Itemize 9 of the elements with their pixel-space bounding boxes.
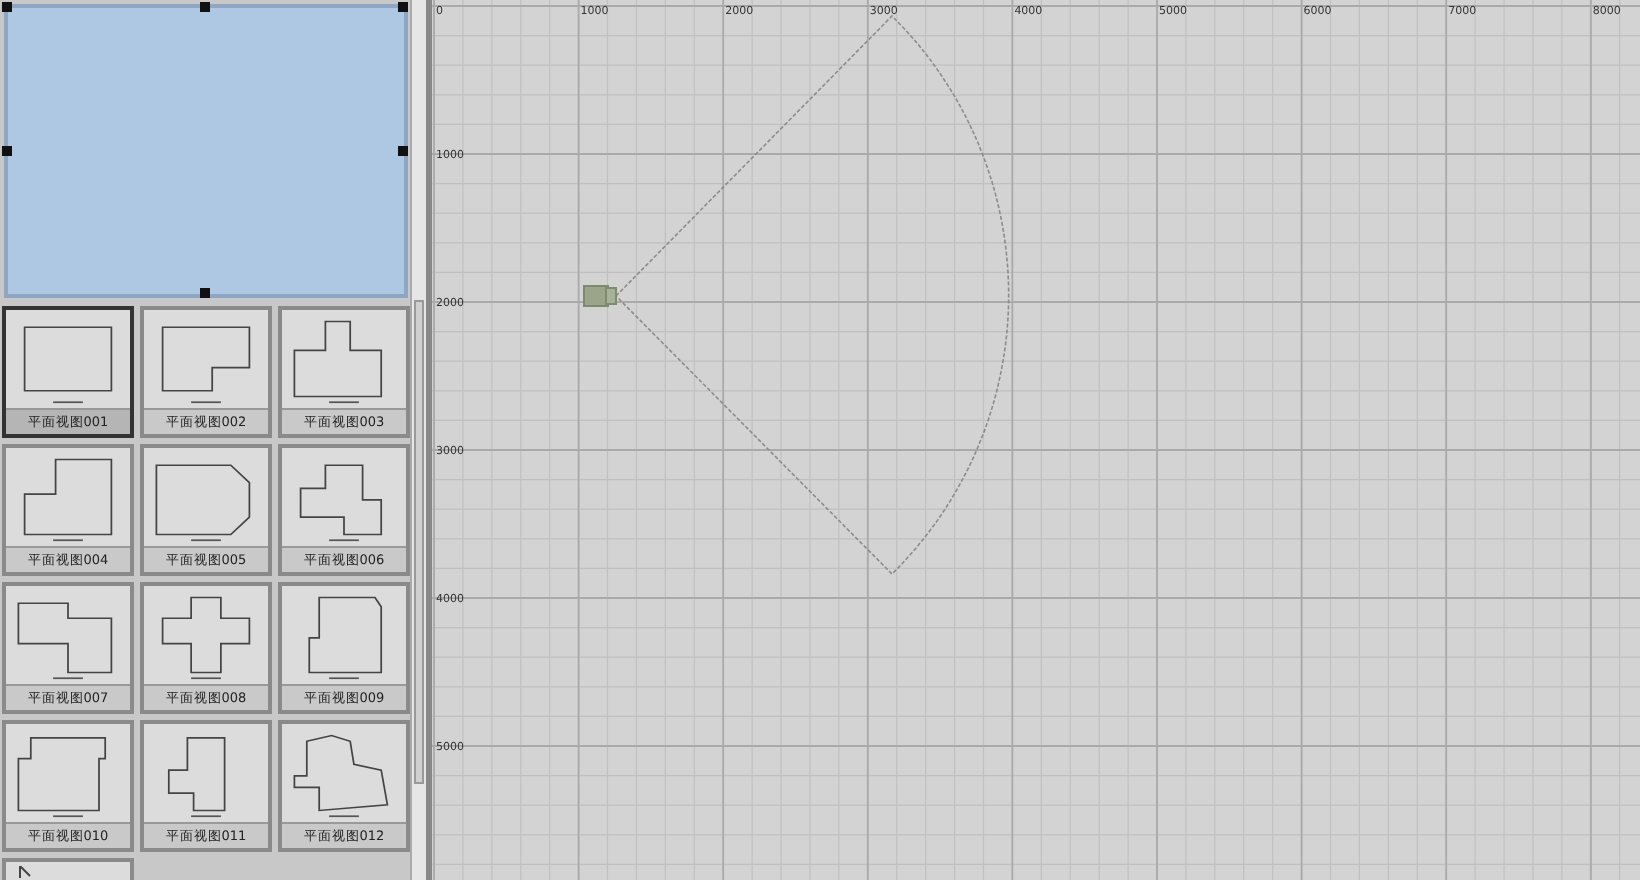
resize-handle[interactable] — [2, 2, 12, 12]
resize-handle[interactable] — [200, 2, 210, 12]
camera-icon[interactable] — [583, 285, 617, 307]
resize-handle[interactable] — [2, 145, 12, 155]
resize-handle[interactable] — [200, 288, 210, 298]
resize-handle[interactable] — [398, 145, 408, 155]
resize-handle[interactable] — [398, 2, 408, 12]
scrollbar[interactable] — [410, 0, 428, 880]
floor-plan-drawing — [18, 866, 32, 878]
